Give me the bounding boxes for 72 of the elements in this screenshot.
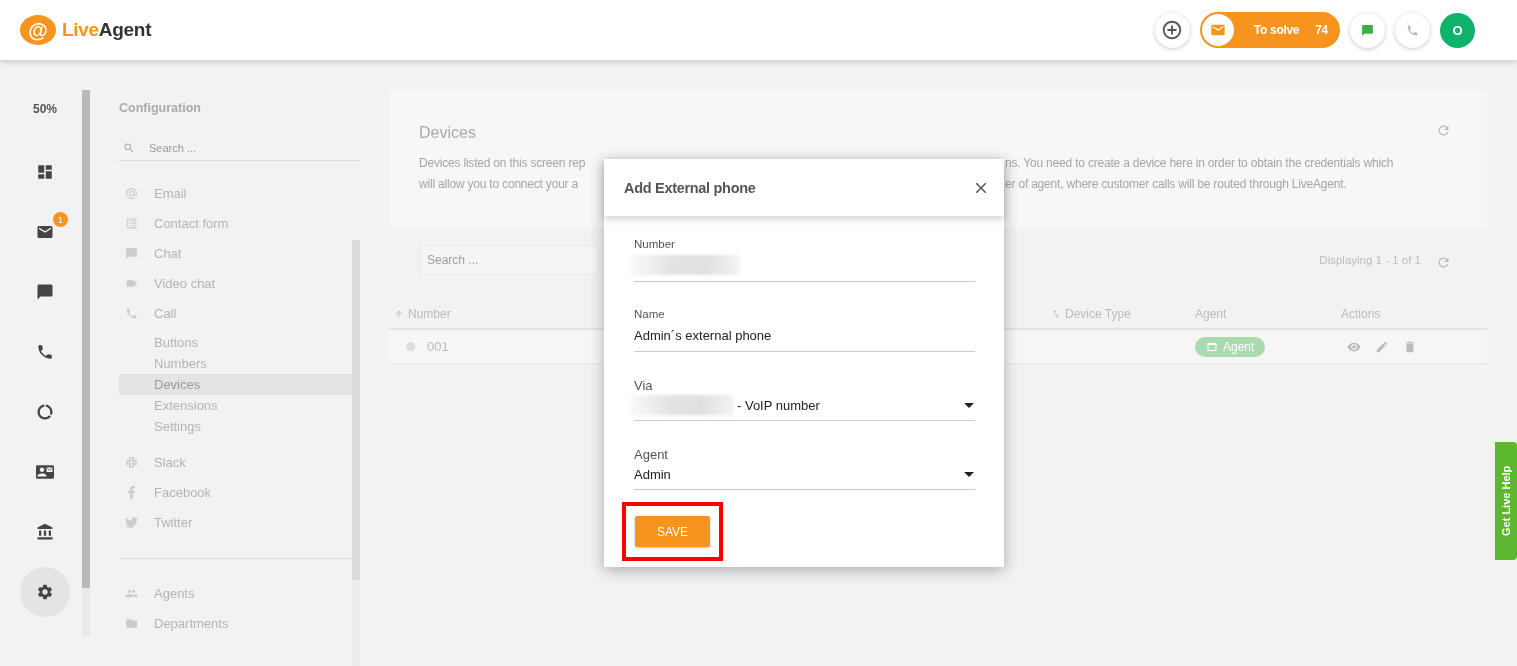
refresh-icon[interactable]: [1436, 123, 1451, 138]
select-field[interactable]: Agent Admin: [634, 447, 975, 490]
chat-button[interactable]: [1350, 12, 1385, 48]
nav-item[interactable]: 1: [20, 207, 70, 257]
select-field[interactable]: Via - VoIP number: [634, 378, 975, 421]
description-text: er of agent, where customer calls will be routed through LiveAgent.: [1005, 177, 1347, 193]
user-avatar[interactable]: O: [1440, 12, 1475, 48]
submenu-item[interactable]: Devices: [119, 374, 352, 395]
refresh-icon[interactable]: [1436, 255, 1451, 270]
search-field[interactable]: Search ...: [147, 141, 297, 155]
sort-icon: [1051, 308, 1061, 319]
search-field[interactable]: Search ...: [419, 245, 599, 275]
envelope-icon: [1201, 14, 1234, 46]
phone-icon: [125, 306, 138, 320]
dashboard-icon: [36, 163, 54, 181]
speech-bubble-icon: [125, 246, 138, 260]
speech-bubble-icon: [1361, 23, 1374, 37]
description-text: Devices listed on this screen rep: [419, 156, 587, 172]
menu-item[interactable]: Chat: [119, 238, 352, 268]
phone-button[interactable]: [1395, 12, 1430, 48]
speech-bubble-icon: [36, 283, 54, 301]
to-solve-button[interactable]: To solve 74: [1199, 12, 1340, 48]
settings-icon: [36, 583, 54, 601]
input-field[interactable]: Number: [634, 238, 975, 282]
delete-icon[interactable]: [1403, 339, 1417, 354]
menu-item[interactable]: Agents: [119, 578, 352, 608]
bank-icon: [36, 523, 54, 541]
dialog-title: Add External phone: [624, 179, 756, 196]
facebook-icon: [125, 485, 138, 499]
add-button[interactable]: [1154, 12, 1190, 48]
search-icon: [123, 142, 135, 154]
menu-item[interactable]: Contact form: [119, 208, 352, 238]
slack-icon: [125, 455, 138, 469]
menu-item[interactable]: Slack: [119, 447, 352, 477]
logo-text: LiveAgent: [62, 19, 152, 41]
edit-icon[interactable]: [1375, 339, 1389, 354]
folder-icon: [125, 616, 138, 630]
status-dot: [406, 342, 415, 351]
scrollbar-thumb[interactable]: [82, 90, 90, 588]
logo-mark: @: [20, 15, 56, 45]
page-title: Devices: [419, 124, 476, 143]
menu-item[interactable]: Departments: [119, 608, 352, 638]
live-help-tab[interactable]: Get Live Help: [1495, 442, 1517, 560]
menu-item[interactable]: Call: [119, 298, 352, 328]
zoom-level: 50%: [33, 102, 57, 116]
submenu-item[interactable]: Buttons: [119, 332, 352, 353]
description-text: ns. You need to create a device here in order to obtain the credentials which: [1005, 156, 1394, 172]
menu-item[interactable]: Facebook: [119, 477, 352, 507]
phone-icon: [1406, 23, 1419, 37]
submenu-item[interactable]: Numbers: [119, 353, 352, 374]
envelope-icon: [36, 223, 54, 241]
agent-tag: Agent: [1195, 336, 1266, 357]
form-icon: [125, 216, 138, 230]
menu-item[interactable]: Video chat: [119, 268, 352, 298]
notification-badge: 1: [53, 212, 68, 227]
ring-chart-icon: [36, 403, 54, 421]
submenu-item[interactable]: Extensions: [119, 395, 352, 416]
phone-icon: [36, 343, 54, 361]
dropdown-caret-icon: [964, 402, 974, 408]
menu-item[interactable]: Twitter: [119, 507, 352, 537]
contact-card-icon: [36, 463, 54, 481]
at-sign-icon: [125, 186, 138, 200]
nav-item[interactable]: [20, 567, 70, 617]
dropdown-caret-icon: [964, 471, 974, 477]
description-text: will allow you to connect your a: [419, 177, 580, 193]
save-button[interactable]: SAVE: [635, 516, 710, 547]
section-title: Configuration: [119, 101, 202, 116]
window-icon: [1206, 340, 1218, 353]
submenu-item[interactable]: Settings: [119, 416, 352, 437]
menu-item[interactable]: Email: [119, 178, 352, 208]
twitter-icon: [125, 515, 138, 529]
input-field[interactable]: Name Admin´s external phone: [634, 308, 975, 352]
